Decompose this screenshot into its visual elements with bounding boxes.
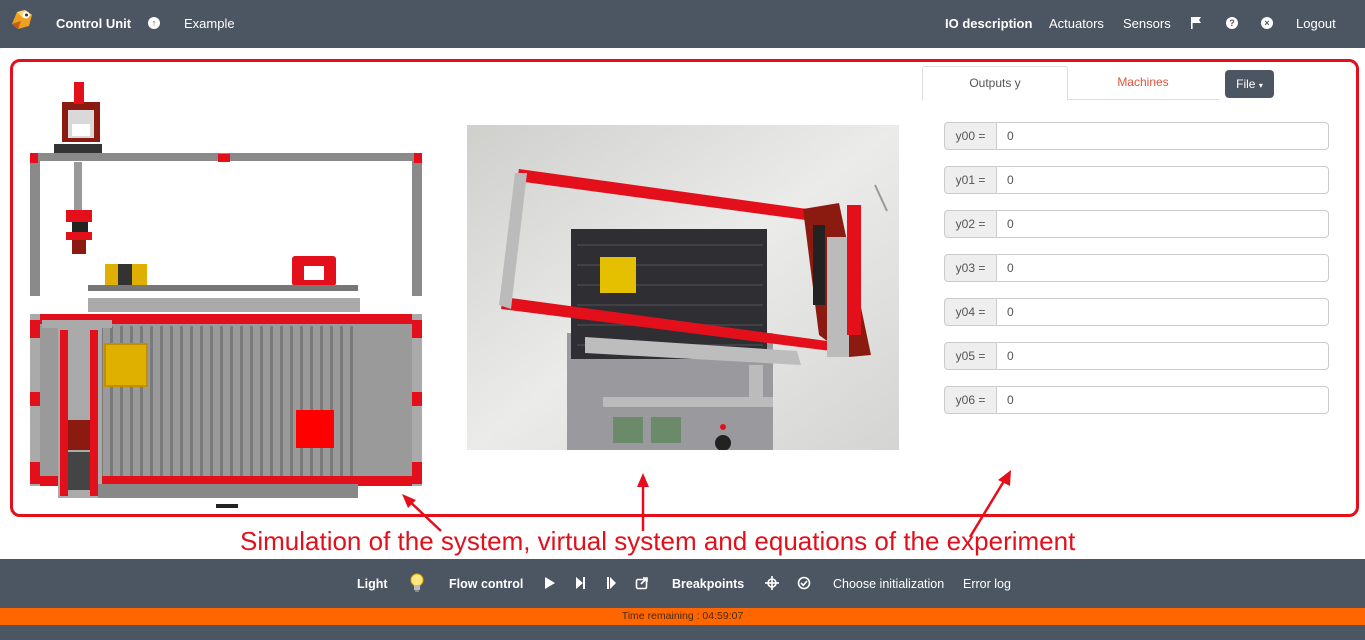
io-description-link[interactable]: IO description xyxy=(945,16,1032,31)
annotation-caption: Simulation of the system, virtual system… xyxy=(240,526,1076,556)
output-row: y02 = xyxy=(944,210,1331,238)
check-circle-icon[interactable] xyxy=(797,576,811,590)
light-label: Light xyxy=(357,577,388,591)
footer-bar xyxy=(0,625,1365,640)
caret-down-icon: ▾ xyxy=(1258,81,1263,90)
share-icon[interactable] xyxy=(635,576,649,590)
tab-machines[interactable]: Machines xyxy=(1068,66,1218,100)
actuators-link[interactable]: Actuators xyxy=(1049,16,1104,31)
brand-title[interactable]: Control Unit xyxy=(56,16,131,31)
time-remaining-bar: Time remaining : 04:59:07 xyxy=(0,608,1365,625)
error-log-link[interactable]: Error log xyxy=(963,577,1011,591)
close-circle-icon[interactable]: × xyxy=(1261,17,1273,29)
output-label: y02 = xyxy=(944,210,997,238)
choose-initialization-link[interactable]: Choose initialization xyxy=(833,577,944,591)
step-end-icon[interactable] xyxy=(605,576,619,590)
time-remaining-text: Time remaining : 04:59:07 xyxy=(621,610,744,622)
bulb-icon[interactable] xyxy=(409,573,425,593)
logout-link[interactable]: Logout xyxy=(1296,16,1336,31)
output-row: y00 = xyxy=(944,122,1331,150)
flow-control-label: Flow control xyxy=(449,577,524,591)
output-label: y06 = xyxy=(944,386,997,414)
output-label: y01 = xyxy=(944,166,997,194)
question-icon[interactable]: ? xyxy=(1226,17,1238,29)
output-row: y04 = xyxy=(944,298,1331,326)
logo-icon[interactable] xyxy=(9,6,35,32)
play-icon[interactable] xyxy=(543,576,557,590)
up-circle-icon[interactable]: ↑ xyxy=(148,17,160,29)
output-field[interactable] xyxy=(996,342,1329,370)
right-panel-tabs: Outputs y Machines File ▾ xyxy=(922,66,1342,101)
crosshair-icon[interactable] xyxy=(765,576,779,590)
sensors-link[interactable]: Sensors xyxy=(1123,16,1171,31)
output-label: y05 = xyxy=(944,342,997,370)
output-field[interactable] xyxy=(996,298,1329,326)
webcam-view xyxy=(467,125,899,450)
output-label: y03 = xyxy=(944,254,997,282)
file-label: File xyxy=(1236,77,1256,91)
output-row: y06 = xyxy=(944,386,1331,414)
project-link[interactable]: Example xyxy=(184,16,235,31)
file-dropdown-button[interactable]: File ▾ xyxy=(1225,70,1274,98)
output-field[interactable] xyxy=(996,386,1329,414)
output-row: y05 = xyxy=(944,342,1331,370)
step-icon[interactable] xyxy=(573,576,587,590)
output-field[interactable] xyxy=(996,210,1329,238)
system-simulation[interactable] xyxy=(28,80,428,512)
output-label: y04 = xyxy=(944,298,997,326)
tab-outputs[interactable]: Outputs y xyxy=(922,66,1068,101)
breakpoints-label: Breakpoints xyxy=(672,577,745,591)
flag-icon[interactable] xyxy=(1190,16,1202,29)
output-field[interactable] xyxy=(996,122,1329,150)
top-navbar: Control Unit ↑ Example IO description Ac… xyxy=(0,0,1365,48)
bottom-toolbar: Light Flow control Breakpoints Choose in… xyxy=(0,559,1365,608)
output-label: y00 = xyxy=(944,122,997,150)
output-row: y03 = xyxy=(944,254,1331,282)
output-field[interactable] xyxy=(996,254,1329,282)
output-field[interactable] xyxy=(996,166,1329,194)
output-row: y01 = xyxy=(944,166,1331,194)
